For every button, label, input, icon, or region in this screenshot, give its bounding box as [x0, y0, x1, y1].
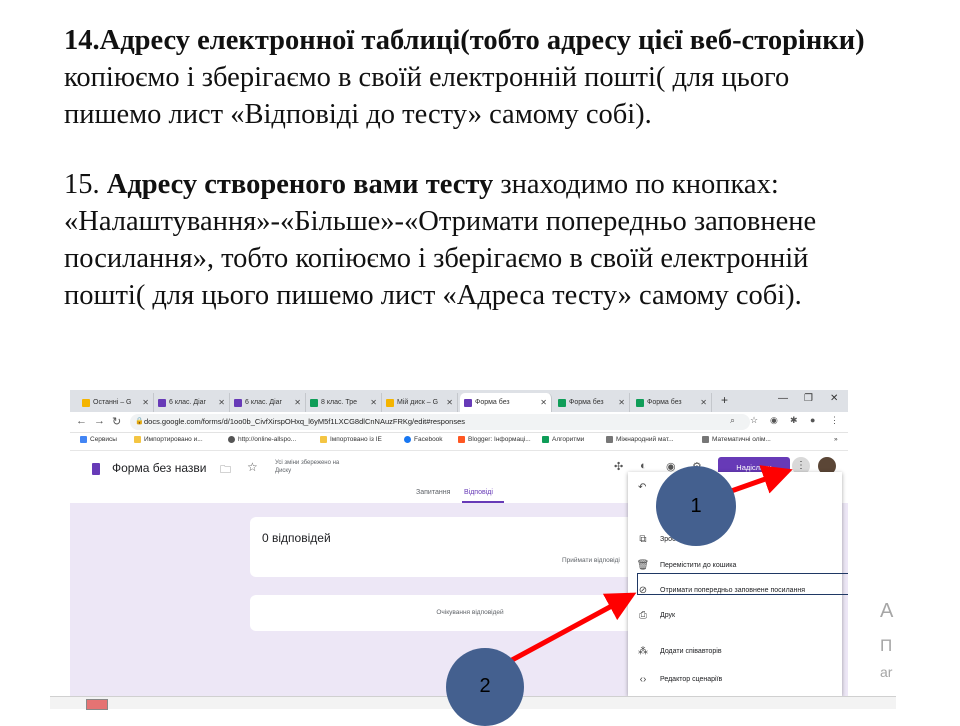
math-icon: [606, 436, 613, 443]
copy-icon: ⧉: [639, 533, 647, 545]
address-row: ← → ↻ 🔒 docs.google.com/forms/d/1oo0b_Ci…: [70, 412, 848, 433]
sheets-icon: [310, 398, 318, 407]
background-text: А П ar: [880, 600, 894, 680]
folder-icon: [134, 436, 141, 443]
accepting-label[interactable]: Приймати відповіді: [562, 557, 620, 564]
paragraph-14-bold: 14.Адресу електронної таблиці(тобто адре…: [64, 25, 865, 56]
star-icon[interactable]: ☆: [750, 415, 758, 426]
browser-tab[interactable]: Форма без ✕: [554, 393, 630, 412]
bookmarks-more-icon[interactable]: »: [834, 436, 838, 443]
callout-1: 1: [656, 466, 736, 546]
bookmarks-bar: Сервисы Импортировано и... http://online…: [70, 433, 848, 451]
browser-tab-bar: Останні – G ✕ 6 клас. Діаг ✕ 6 клас. Діаг ✕…: [70, 390, 848, 412]
forms-logo-icon: [92, 463, 100, 475]
close-icon[interactable]: ✕: [294, 398, 301, 407]
undo-icon[interactable]: ↶: [638, 482, 646, 493]
close-icon[interactable]: ✕: [540, 398, 547, 407]
bookmark-item[interactable]: Facebook: [404, 436, 443, 443]
address-bar[interactable]: 🔒 docs.google.com/forms/d/1oo0b_CivfXirs…: [130, 414, 750, 430]
extension-icon[interactable]: ◉: [770, 415, 778, 426]
tab-responses[interactable]: Відповіді: [464, 489, 493, 496]
saved-note: Усі зміни збережено на Диску: [275, 460, 340, 474]
trash-icon: 🗑: [636, 559, 650, 571]
palette-icon[interactable]: ◐: [640, 460, 647, 472]
minimize-icon[interactable]: —: [778, 393, 788, 404]
close-window-icon[interactable]: ✕: [830, 393, 838, 404]
menu-item-script-editor[interactable]: ‹› Редактор сценаріїв: [628, 666, 842, 692]
browser-tab[interactable]: Мій диск – G ✕: [382, 393, 458, 412]
bookmark-item[interactable]: Міжнародний мат...: [606, 436, 674, 443]
bookmark-item[interactable]: http://online-allspo...: [228, 436, 296, 443]
back-icon[interactable]: ←: [76, 415, 87, 427]
forms-icon: [464, 398, 472, 407]
drive-icon: [82, 398, 90, 407]
tab-questions[interactable]: Запитання: [416, 489, 450, 496]
close-icon[interactable]: ✕: [370, 398, 377, 407]
addons-icon[interactable]: ✣: [614, 460, 623, 473]
bookmark-item[interactable]: Blogger: Інформаці...: [458, 436, 531, 443]
browser-tab[interactable]: 6 клас. Діаг ✕: [154, 393, 230, 412]
taskbar-app-icon[interactable]: [86, 699, 108, 710]
paragraph-14: 14.Адресу електронної таблиці(тобто адре…: [64, 22, 884, 133]
close-icon[interactable]: ✕: [700, 398, 707, 407]
browser-tab[interactable]: 6 клас. Діаг ✕: [230, 393, 306, 412]
paragraph-15-bold: Адресу створеного вами тесту: [106, 169, 494, 200]
globe-icon: [228, 436, 235, 443]
url-text: docs.google.com/forms/d/1oo0b_CivfXirspO…: [144, 417, 465, 426]
bookmark-item[interactable]: Импортировано и...: [134, 436, 203, 443]
responses-count: 0 відповідей: [262, 531, 331, 545]
paragraph-14-text: копіюємо і зберігаємо в своїй електронні…: [64, 62, 790, 130]
zoom-icon[interactable]: ⌕: [730, 415, 735, 426]
menu-item-add-collaborators[interactable]: ⁂ Додати співавторів: [628, 638, 842, 664]
waiting-label: Очікування відповідей: [436, 609, 504, 616]
bookmark-item[interactable]: Імпортовано із IE: [320, 436, 382, 443]
menu-item-print[interactable]: ⎙ Друк: [628, 602, 842, 628]
close-icon[interactable]: ✕: [446, 398, 453, 407]
maximize-icon[interactable]: ❐: [804, 393, 813, 404]
close-icon[interactable]: ✕: [142, 398, 149, 407]
sheets-icon: [558, 398, 566, 407]
folder-icon: [320, 436, 327, 443]
bookmark-item[interactable]: Сервисы: [80, 436, 117, 443]
chrome-menu-icon[interactable]: ⋮: [830, 415, 839, 426]
bookmark-item[interactable]: Математичні олім...: [702, 436, 771, 443]
profile-icon[interactable]: ●: [810, 415, 815, 425]
drive-icon: [386, 398, 394, 407]
embedded-screenshot: Останні – G ✕ 6 клас. Діаг ✕ 6 клас. Діаг ✕…: [70, 390, 848, 696]
browser-tab[interactable]: Форма без ✕: [632, 393, 712, 412]
bookmark-item[interactable]: Алгоритми: [542, 436, 584, 443]
print-icon: ⎙: [639, 609, 647, 621]
math-icon: [702, 436, 709, 443]
forward-icon[interactable]: →: [94, 415, 105, 427]
close-icon[interactable]: ✕: [218, 398, 225, 407]
reload-icon[interactable]: ↻: [112, 415, 121, 428]
browser-tab[interactable]: Останні – G ✕: [78, 393, 154, 412]
apps-icon: [80, 436, 87, 443]
sheets-icon: [542, 436, 549, 443]
highlight-box: [637, 573, 848, 595]
star-icon[interactable]: ☆: [247, 460, 258, 474]
people-icon: ⁂: [638, 645, 648, 657]
browser-tab-active[interactable]: Форма без ✕: [460, 393, 552, 412]
form-title[interactable]: Форма без назви: [112, 461, 206, 475]
forms-icon: [234, 398, 242, 407]
browser-tab[interactable]: 8 клас. Тре ✕: [306, 393, 382, 412]
sheets-icon: [636, 398, 644, 407]
code-icon: ‹›: [639, 673, 647, 685]
waiting-card: Очікування відповідей: [250, 595, 690, 631]
new-tab-icon[interactable]: +: [721, 393, 728, 407]
responses-card: 0 відповідей Приймати відповіді: [250, 517, 690, 577]
blogger-icon: [458, 436, 465, 443]
close-icon[interactable]: ✕: [618, 398, 625, 407]
callout-2: 2: [446, 648, 524, 726]
puzzle-icon[interactable]: ✱: [790, 415, 798, 426]
paragraph-15: 15. Адресу створеного вами тесту знаходи…: [64, 166, 894, 314]
lock-icon: 🔒: [135, 418, 144, 425]
paragraph-15-number: 15.: [64, 169, 107, 200]
forms-icon: [158, 398, 166, 407]
folder-icon[interactable]: 🗀: [220, 461, 231, 480]
menu-item-make-copy[interactable]: ⧉Зробити копію: [628, 526, 842, 552]
facebook-icon: [404, 436, 411, 443]
